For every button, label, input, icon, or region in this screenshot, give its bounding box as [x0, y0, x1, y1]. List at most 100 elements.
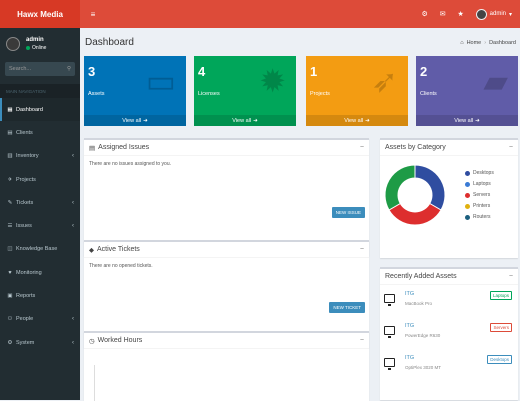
menu-icon: ♥ — [8, 269, 12, 276]
sidebar-item-label: Issues — [16, 223, 32, 230]
legend-dot — [465, 181, 470, 187]
settings-icon[interactable]: ⚙ — [420, 9, 430, 19]
asset-name-link[interactable]: ITG — [405, 291, 432, 297]
sidebar-menu: ▦ Dashboard ▤ Clients ▥ Inventory ‹ ✈ Projects ✎ T… — [0, 98, 80, 354]
briefcase-icon: ▰ — [483, 63, 508, 99]
sidebar-item-projects[interactable]: ✈ Projects — [0, 168, 80, 191]
view-all-label: View all — [344, 117, 364, 124]
monitor-icon — [384, 358, 395, 370]
legend-label: Laptops — [473, 181, 491, 187]
stat-label: Licenses — [198, 91, 220, 97]
menu-icon: ⚙ — [7, 339, 13, 346]
category-badge: Servers — [490, 323, 512, 332]
asset-name-link[interactable]: ITG — [405, 323, 440, 329]
box-body: There are no issues assigned to you. — [89, 161, 171, 167]
stat-clients: 2 Clients ▰ View all ➜ — [416, 56, 518, 126]
worked-hours-box: ◷ Worked Hours − — [84, 331, 369, 401]
user-menu[interactable]: admin ▾ — [475, 8, 512, 20]
new-issue-button[interactable]: NEW ISSUE — [331, 207, 365, 218]
list-item: ITG OptiPlex 3020 MT Desktops — [384, 355, 514, 385]
recent-assets-box: Recently Added Assets − ITG MacBook Pro … — [380, 267, 518, 400]
sidebar-item-label: People — [16, 316, 34, 323]
user-menu-label: admin — [489, 11, 506, 17]
view-all-clients-link[interactable]: View all ➜ — [416, 115, 518, 126]
sidebar-item-system[interactable]: ⚙ System ‹ — [0, 331, 80, 354]
monitor-icon: ▭ — [145, 63, 176, 99]
legend-label: Printers — [473, 203, 491, 209]
box-header: ◷ Worked Hours − — [84, 333, 369, 349]
sidebar-item-label: System — [16, 339, 35, 346]
legend-dot — [465, 214, 470, 220]
sidebar-item-knowledge-base[interactable]: ◫ Knowledge Base — [0, 238, 80, 261]
box-title: Active Tickets — [97, 246, 140, 253]
sidebar-item-monitoring[interactable]: ♥ Monitoring — [0, 261, 80, 284]
sidebar-item-label: Reports — [16, 293, 36, 300]
sidebar-item-dashboard[interactable]: ▦ Dashboard — [0, 98, 80, 122]
nav-header: MAIN NAVIGATION — [0, 84, 80, 98]
collapse-icon[interactable]: − — [360, 337, 364, 344]
assigned-issues-box: ▤ Assigned Issues − There are no issues … — [84, 138, 369, 256]
legend-dot — [465, 203, 470, 209]
list-item: ITG MacBook Pro Laptops — [384, 291, 514, 321]
arrow-circle-icon: ➜ — [143, 117, 148, 124]
navbar-right: ⚙ ✉ ★ admin ▾ — [420, 8, 520, 20]
view-all-licenses-link[interactable]: View all ➜ — [194, 115, 296, 126]
menu-icon: ▤ — [7, 129, 13, 136]
sidebar-item-label: Projects — [16, 176, 36, 183]
chart-axis — [94, 365, 95, 401]
stat-licenses: 4 Licenses ✹ View all ➜ — [194, 56, 296, 126]
sidebar-item-label: Knowledge Base — [16, 246, 58, 253]
view-all-assets-link[interactable]: View all ➜ — [84, 115, 186, 126]
sidebar-item-people[interactable]: ⚇ People ‹ — [0, 308, 80, 331]
sidebar-item-label: Tickets — [16, 199, 34, 206]
sidebar-item-reports[interactable]: ▣ Reports — [0, 284, 80, 307]
menu-icon: ▣ — [7, 293, 13, 300]
sidebar-item-inventory[interactable]: ▥ Inventory ‹ — [0, 145, 80, 168]
legend-label: Routers — [473, 214, 491, 220]
view-all-label: View all — [454, 117, 474, 124]
messages-icon[interactable]: ✉ — [438, 9, 448, 19]
online-dot-icon — [26, 46, 30, 50]
chevron-down-icon: ▾ — [508, 11, 512, 18]
stat-label: Clients — [420, 91, 437, 97]
star-icon[interactable]: ★ — [456, 9, 466, 19]
collapse-icon[interactable]: − — [509, 273, 513, 280]
rocket-icon: ➶ — [371, 63, 398, 99]
menu-icon: ✎ — [7, 199, 13, 206]
sidebar-item-tickets[interactable]: ✎ Tickets ‹ — [0, 191, 80, 214]
list-icon: ▤ — [89, 144, 96, 152]
sidebar-toggle-icon[interactable]: ≡ — [84, 0, 102, 28]
breadcrumb-separator: › — [484, 40, 487, 46]
list-item: ITG PowerEdge R630 Servers — [384, 323, 514, 353]
search-input[interactable]: Search... ⚲ — [5, 62, 75, 76]
monitor-icon — [384, 326, 395, 338]
legend-label: Desktops — [473, 170, 494, 176]
search-icon[interactable]: ⚲ — [67, 66, 71, 72]
sidebar-item-label: Clients — [16, 129, 33, 136]
legend-label: Servers — [473, 192, 491, 198]
sidebar-item-label: Dashboard — [16, 106, 43, 113]
avatar — [6, 37, 20, 51]
legend-dot — [465, 192, 470, 198]
user-status: Online — [26, 45, 46, 51]
monitor-icon — [384, 294, 395, 306]
new-ticket-button[interactable]: NEW TICKET — [329, 302, 365, 313]
category-badge: Laptops — [489, 291, 512, 300]
box-header: Assets by Category − — [380, 140, 518, 156]
chart-legend: Desktops Laptops Servers Printers Router… — [465, 170, 494, 225]
ticket-icon: ◆ — [89, 246, 94, 254]
collapse-icon[interactable]: − — [509, 144, 513, 151]
sidebar-item-label: Monitoring — [16, 269, 42, 276]
category-badge: Desktops — [487, 355, 512, 364]
view-all-projects-link[interactable]: View all ➜ — [306, 115, 408, 126]
breadcrumb-home[interactable]: Home — [467, 40, 482, 46]
collapse-icon[interactable]: − — [360, 144, 364, 151]
app-logo[interactable]: Hawx Media — [0, 0, 80, 28]
search-placeholder: Search... — [9, 66, 32, 72]
sidebar-item-issues[interactable]: ☰ Issues ‹ — [0, 214, 80, 237]
stat-label: Assets — [88, 91, 105, 97]
sidebar-item-clients[interactable]: ▤ Clients — [0, 121, 80, 144]
collapse-icon[interactable]: − — [360, 246, 364, 253]
legend-item: Routers — [465, 214, 494, 220]
asset-name-link[interactable]: ITG — [405, 355, 441, 361]
